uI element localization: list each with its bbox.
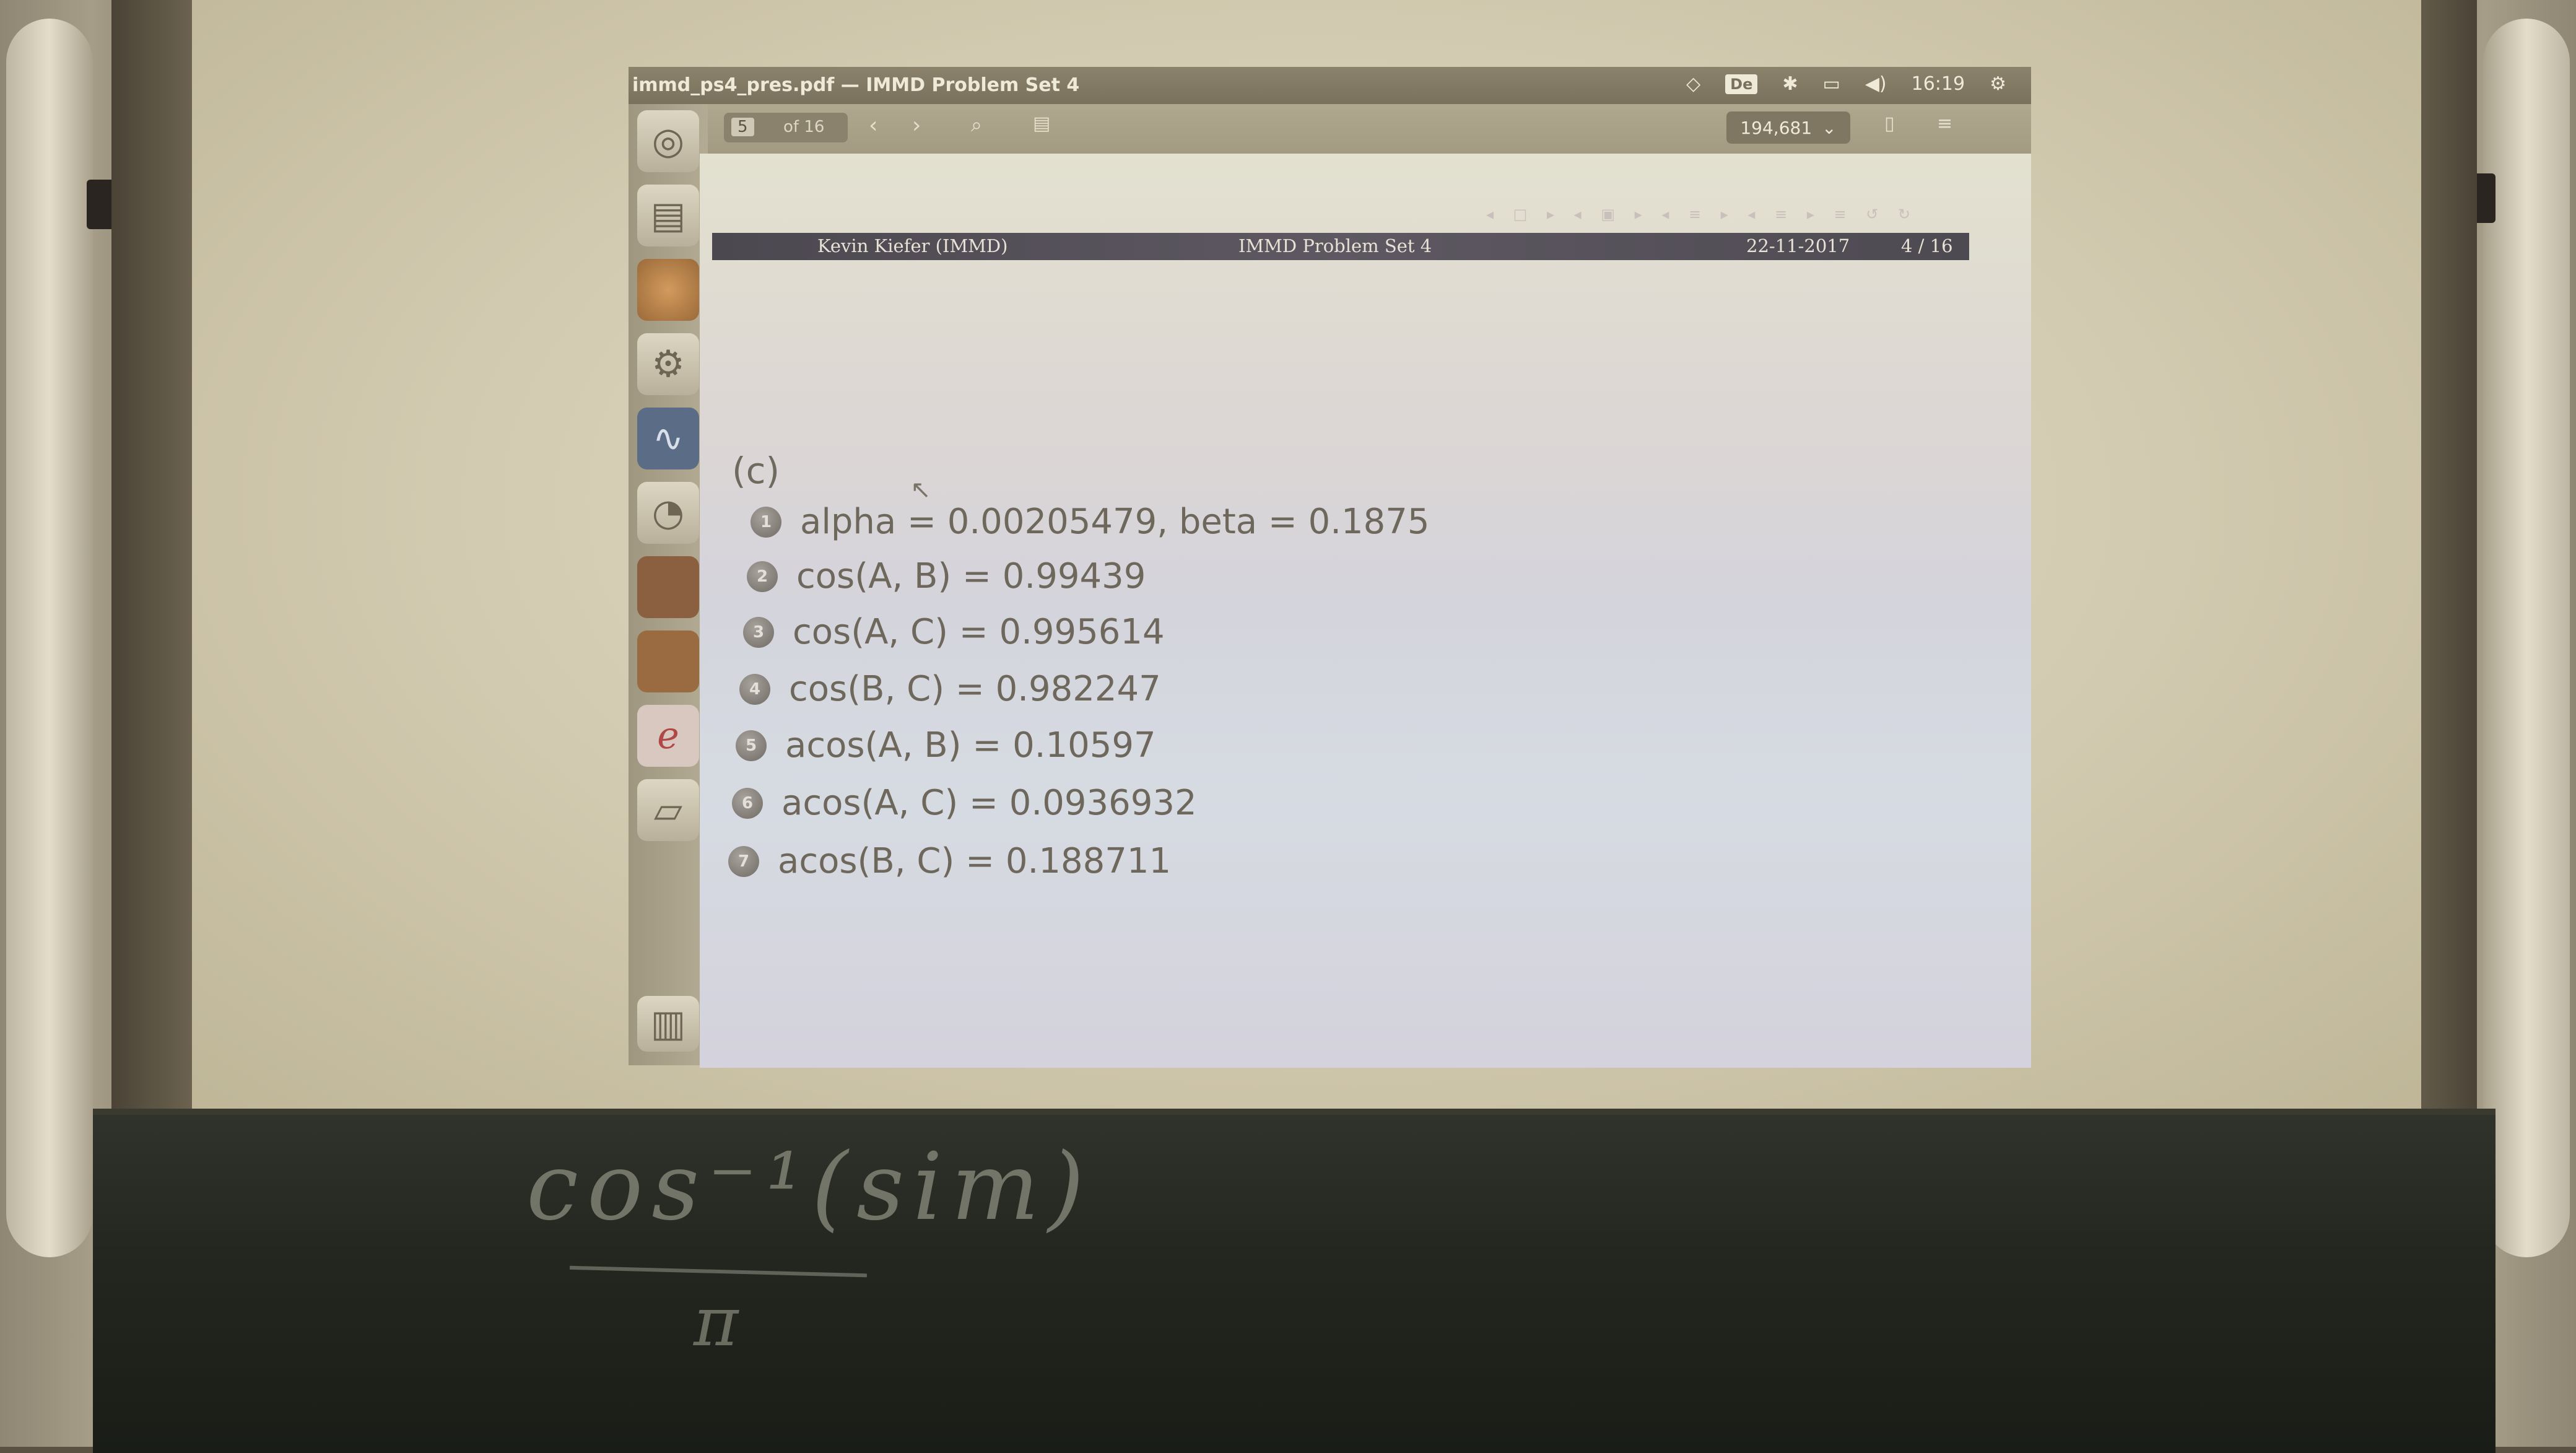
slide-author: Kevin Kiefer (IMMD): [817, 235, 1008, 256]
list-item: 3 cos(A, C) = 0.995614: [743, 612, 1165, 652]
file-cabinet-icon[interactable]: ▤: [637, 185, 699, 247]
pipe-left: [6, 19, 93, 1257]
list-item: 7 acos(B, C) = 0.188711: [728, 841, 1171, 881]
chevron-down-icon: ⌄: [1822, 117, 1837, 138]
list-item: 1 alpha = 0.00205479, beta = 0.1875: [751, 502, 1430, 542]
wifi-icon[interactable]: ◇: [1686, 73, 1700, 95]
item-number: 1: [751, 506, 781, 538]
bluetooth-icon[interactable]: ✱: [1782, 73, 1798, 95]
list-item: 4 cos(B, C) = 0.982247: [739, 669, 1161, 709]
menu-icon[interactable]: ≡: [1937, 113, 1952, 134]
page-selector[interactable]: 5 of 16: [724, 113, 848, 142]
top-panel: immd_ps4_pres.pdf — IMMD Problem Set 4 ◇…: [629, 67, 2031, 104]
item-number: 6: [732, 787, 763, 819]
slide-headline: Kevin Kiefer (IMMD) IMMD Problem Set 4 2…: [712, 233, 1969, 260]
page-total: of 16: [783, 118, 825, 136]
list-item: 6 acos(A, C) = 0.0936932: [732, 783, 1197, 823]
item-text: cos(B, C) = 0.982247: [789, 669, 1161, 709]
image-viewer-icon[interactable]: [637, 556, 699, 618]
item-number: 2: [747, 561, 778, 592]
software-updater-icon[interactable]: ◔: [637, 482, 699, 544]
system-monitor-icon[interactable]: ∿: [637, 408, 699, 469]
chalk-denominator: π: [694, 1282, 739, 1361]
image-viewer-icon[interactable]: [637, 631, 699, 692]
beamer-nav-controls[interactable]: ◂ □ ▸ ◂ ▣ ▸ ◂ ≡ ▸ ◂ ≡ ▸ ≡ ↺ ↻: [1486, 206, 1918, 223]
pipe-right: [2483, 19, 2570, 1257]
item-text: acos(B, C) = 0.188711: [778, 841, 1172, 881]
item-text: cos(A, C) = 0.995614: [793, 612, 1165, 652]
section-label: (c): [732, 450, 780, 492]
system-tray: ◇ De ✱ ▭ ◀) 16:19 ⚙: [1686, 73, 2006, 95]
zoom-value: 194,681: [1740, 117, 1812, 138]
list-item: 5 acos(A, B) = 0.10597: [736, 725, 1156, 766]
item-number: 5: [736, 730, 767, 761]
keyboard-layout-indicator[interactable]: De: [1725, 74, 1758, 94]
prev-page-icon[interactable]: ‹: [869, 113, 877, 138]
chalk-fraction-line: [570, 1265, 867, 1278]
launcher-sidebar: ◎ ▤ ⚙ ∿ ◔ ℯ ▱ ▥: [629, 104, 708, 1065]
item-text: acos(A, C) = 0.0936932: [781, 783, 1197, 823]
item-text: acos(A, B) = 0.10597: [785, 725, 1156, 766]
pdf-page: ◂ □ ▸ ◂ ▣ ▸ ◂ ≡ ▸ ◂ ≡ ▸ ≡ ↺ ↻ Kevin Kief…: [700, 154, 2031, 1068]
sidebar-toggle-icon[interactable]: ▤: [1033, 113, 1050, 134]
system-settings-icon[interactable]: ⚙: [637, 333, 699, 395]
chalk-writing: cos⁻¹(sim) π: [526, 1133, 1084, 1369]
item-number: 4: [739, 673, 770, 705]
zoom-select[interactable]: 194,681 ⌄: [1726, 111, 1850, 144]
chalk-formula: cos⁻¹(sim): [526, 1133, 1093, 1241]
drive-icon[interactable]: ▱: [637, 779, 699, 841]
list-item: 2 cos(A, B) = 0.99439: [747, 556, 1146, 596]
page-number-input[interactable]: 5: [731, 118, 754, 136]
slide-title: IMMD Problem Set 4: [1238, 235, 1432, 256]
window-title: immd_ps4_pres.pdf — IMMD Problem Set 4: [632, 74, 1080, 96]
item-number: 3: [743, 616, 774, 648]
settings-icon[interactable]: ⚙: [1990, 73, 2006, 95]
search-icon[interactable]: ⌕: [971, 113, 982, 137]
dash-home-icon[interactable]: ◎: [637, 110, 699, 172]
item-number: 7: [728, 845, 759, 877]
item-text: alpha = 0.00205479, beta = 0.1875: [800, 502, 1430, 542]
document-viewer-icon[interactable]: ℯ: [637, 705, 699, 767]
item-text: cos(A, B) = 0.99439: [796, 556, 1146, 596]
slide-page-count: 4 / 16: [1901, 235, 1953, 256]
chalkboard: [93, 1109, 2496, 1453]
trash-icon[interactable]: ▥: [637, 996, 699, 1052]
mouse-cursor-icon: ↖: [910, 476, 931, 504]
next-page-icon[interactable]: ›: [912, 113, 921, 138]
clock[interactable]: 16:19: [1912, 73, 1965, 95]
volume-icon[interactable]: ◀): [1865, 73, 1887, 95]
slide-date: 22-11-2017: [1746, 235, 1850, 256]
firefox-icon[interactable]: [637, 259, 699, 321]
annotate-icon[interactable]: ▯: [1884, 113, 1895, 134]
viewer-toolbar: 5 of 16 ‹ › ⌕ ▤ 194,681 ⌄ ▯ ≡: [708, 104, 2031, 154]
battery-icon[interactable]: ▭: [1822, 73, 1840, 95]
